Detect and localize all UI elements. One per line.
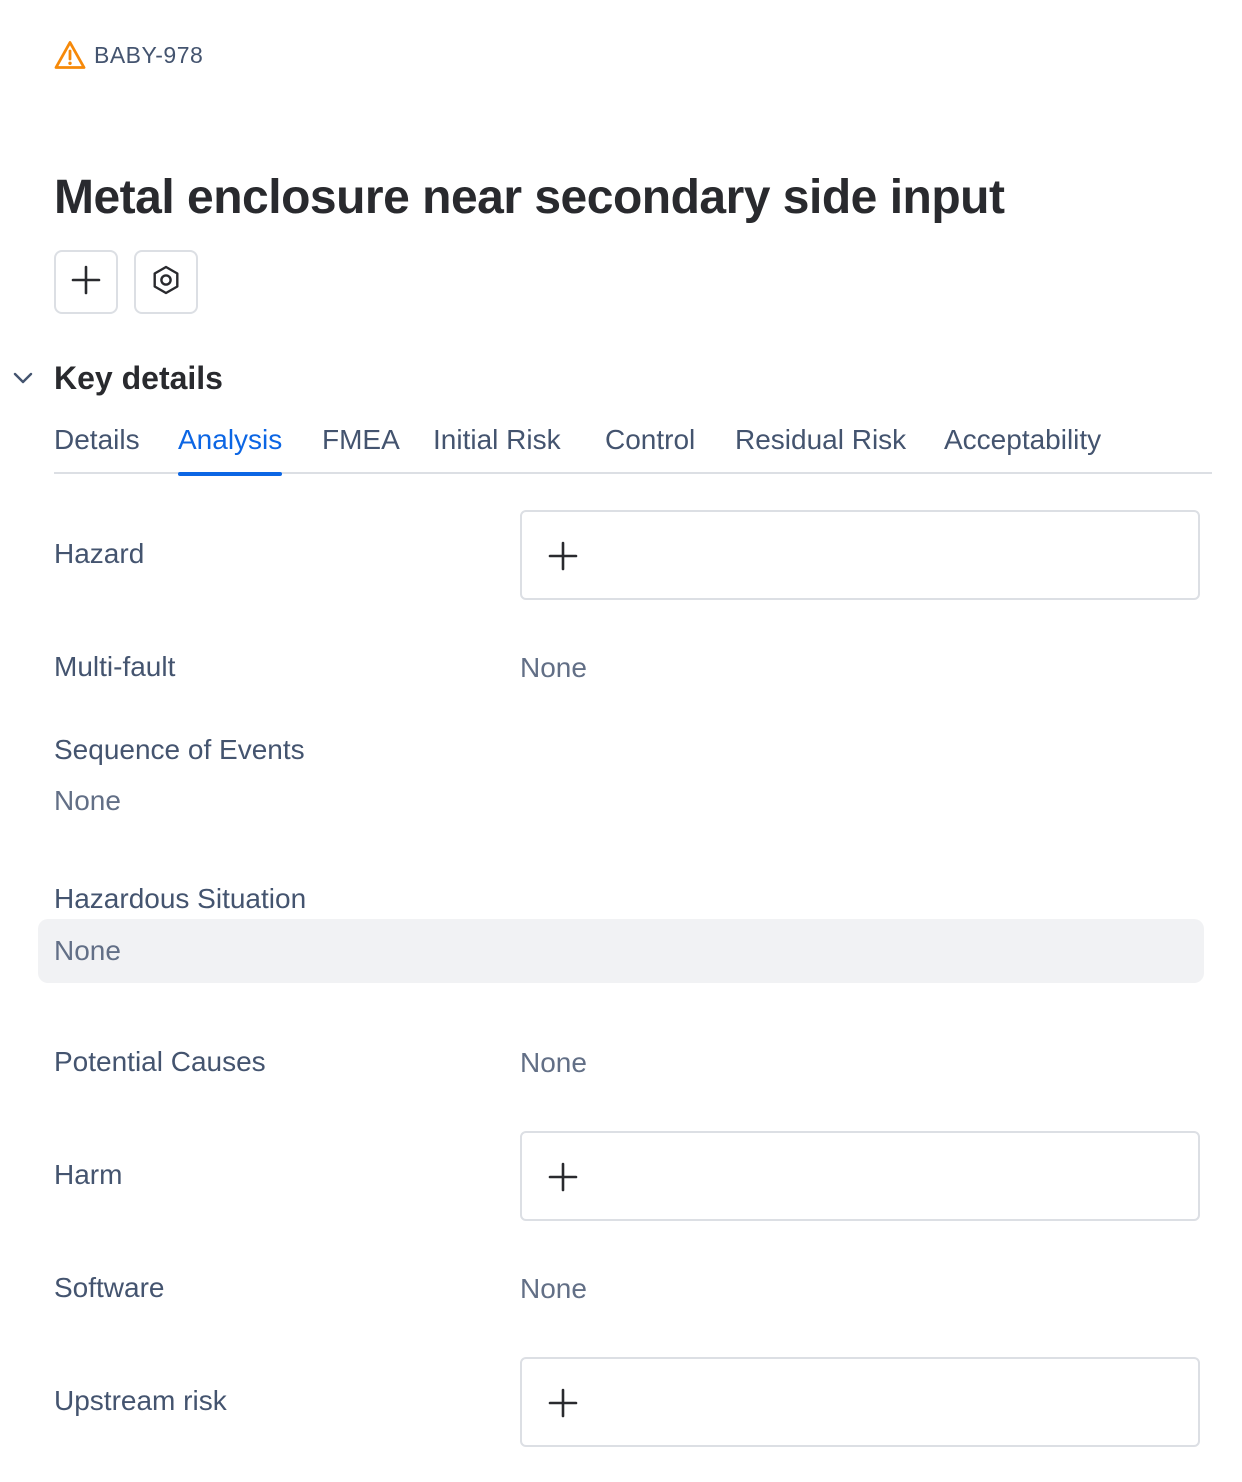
harm-add-field[interactable]: [520, 1131, 1200, 1221]
upstream-risk-add-field[interactable]: [520, 1357, 1200, 1447]
issue-title[interactable]: Metal enclosure near secondary side inpu…: [54, 170, 1005, 225]
multi-fault-label: Multi-fault: [54, 651, 176, 682]
warning-triangle-icon: [54, 40, 86, 70]
hazardous-situation-value[interactable]: None: [54, 935, 121, 967]
hexagon-settings-icon: [150, 264, 182, 301]
section-title: Key details: [54, 359, 223, 396]
key-details-header[interactable]: Key details: [8, 356, 223, 400]
plus-icon: [548, 1162, 578, 1197]
tab-acceptability[interactable]: Acceptability: [944, 424, 1101, 474]
harm-label: Harm: [54, 1159, 123, 1190]
hazardous-situation-label: Hazardous Situation: [54, 883, 307, 914]
multi-fault-value[interactable]: None: [520, 652, 587, 684]
issue-key[interactable]: BABY-978: [54, 40, 203, 70]
hazard-add-field[interactable]: [520, 510, 1200, 600]
issue-key-label[interactable]: BABY-978: [94, 42, 203, 69]
sequence-of-events-label: Sequence of Events: [54, 734, 305, 765]
potential-causes-value[interactable]: None: [520, 1047, 587, 1079]
software-value[interactable]: None: [520, 1273, 587, 1305]
tab-initial-risk[interactable]: Initial Risk: [433, 424, 561, 474]
plus-icon: [548, 1388, 578, 1423]
tab-control[interactable]: Control: [605, 424, 695, 474]
apps-button[interactable]: [134, 250, 198, 314]
chevron-down-icon[interactable]: [8, 356, 38, 400]
sequence-of-events-value[interactable]: None: [54, 785, 121, 817]
tab-analysis[interactable]: Analysis: [178, 424, 283, 476]
upstream-risk-label: Upstream risk: [54, 1385, 227, 1416]
hazard-label: Hazard: [54, 538, 145, 569]
issue-detail-panel: BABY-978 Metal enclosure near secondary …: [0, 0, 1242, 1482]
tab-list: Details Analysis FMEA Initial Risk Contr…: [54, 416, 1212, 476]
tab-fmea[interactable]: FMEA: [322, 424, 400, 474]
add-button[interactable]: [54, 250, 118, 314]
potential-causes-label: Potential Causes: [54, 1046, 266, 1077]
software-label: Software: [54, 1272, 165, 1303]
hazardous-situation-field[interactable]: [38, 919, 1204, 983]
plus-icon: [548, 541, 578, 576]
plus-icon: [71, 265, 101, 300]
tab-residual-risk[interactable]: Residual Risk: [735, 424, 906, 474]
tab-details[interactable]: Details: [54, 424, 140, 474]
